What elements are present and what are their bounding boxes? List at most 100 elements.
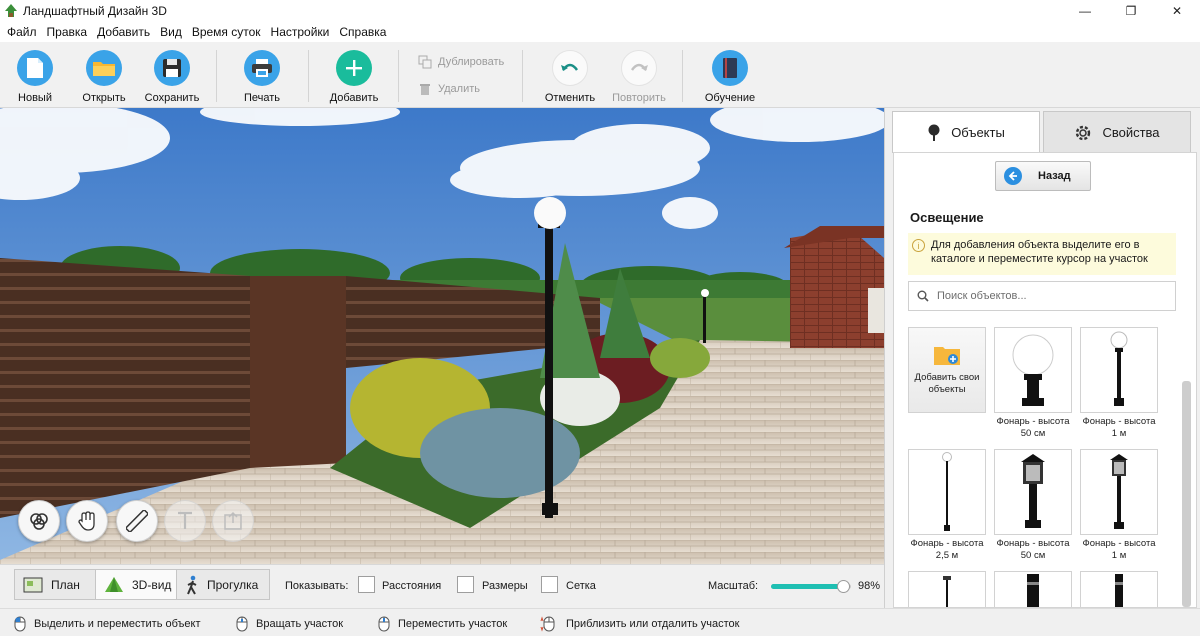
catalog-item[interactable]: Фонарь - высота 2,5 м [908,449,986,562]
catalog-item[interactable]: Фонарь - высота 50 см [994,327,1072,440]
catalog-scrollbar[interactable] [1181,333,1191,607]
undo-icon [552,50,588,86]
catalog-item[interactable]: Фонарь - высота 50 см [994,449,1072,562]
mouse-wheel-icon [540,616,555,632]
grid-label: Сетка [566,580,596,592]
redo-button[interactable]: Повторить [610,42,668,108]
menu-view[interactable]: Вид [155,25,187,39]
walking-person-icon [187,575,197,594]
search-placeholder: Поиск объектов... [937,290,1027,302]
objects-catalog-panel: Назад Освещение i Для добавления объекта… [893,152,1197,608]
tab-objects[interactable]: Объекты [892,111,1040,153]
column-lamp-icon [1027,574,1039,607]
pan-tool[interactable] [66,500,108,542]
menu-bar: Файл Правка Добавить Вид Время суток Нас… [0,22,1200,42]
zoom-label: Масштаб: [708,580,759,592]
zoom-slider-thumb[interactable] [837,580,850,593]
menu-settings[interactable]: Настройки [266,25,335,39]
catalog-item[interactable] [1080,571,1158,607]
3d-viewport[interactable] [0,108,884,564]
add-own-objects-item[interactable]: Добавить свои объекты [908,327,986,413]
minimize-button[interactable]: — [1062,0,1108,22]
add-button[interactable]: Добавить [328,42,380,108]
new-button[interactable]: Новый [14,42,56,108]
grid-checkbox[interactable] [541,576,558,593]
toolbar-divider [216,50,217,102]
window-title: Ландшафтный Дизайн 3D [23,4,167,18]
show-label: Показывать: [285,580,349,592]
folder-plus-icon [934,347,960,365]
menu-file[interactable]: Файл [2,25,42,39]
status-hint-zoom: Приблизить или отдалить участок [540,616,739,632]
plan-icon [23,577,43,592]
duplicate-button[interactable]: Дублировать [418,55,504,69]
arrow-left-icon [1004,167,1022,185]
garden-scene-image [0,108,884,564]
gear-icon [1076,125,1091,140]
hint-text: Для добавления объекта выделите его в ка… [931,239,1148,265]
floppy-icon [154,50,190,86]
zoom-slider[interactable] [771,580,851,593]
ruler-tool[interactable] [116,500,158,542]
plus-icon [336,50,372,86]
objects-icon [30,513,48,530]
duplicate-icon [418,55,432,69]
mouse-left-icon [14,616,26,632]
app-icon [5,4,17,17]
text-icon [178,511,192,529]
image-icon [224,511,242,530]
delete-button[interactable]: Удалить [418,82,480,96]
select-objects-tool[interactable] [18,500,60,542]
toolbar: Новый Открыть Сохранить Печать Добавить … [0,42,1200,108]
menu-edit[interactable]: Правка [42,25,93,39]
right-panel: Объекты Свойства Назад Освещение i Для д… [884,108,1200,608]
mouse-middle-icon [378,616,390,632]
scrollbar-thumb[interactable] [1182,381,1191,607]
open-button[interactable]: Открыть [80,42,128,108]
print-button[interactable]: Печать [242,42,282,108]
lantern-lamp-tall-icon [1110,454,1128,529]
zoom-slider-fill [771,584,843,589]
tab-properties[interactable]: Свойства [1043,111,1191,153]
tab-3d-view[interactable]: 3D-вид [95,569,177,600]
pole-lamp-icon [942,452,952,531]
dimensions-checkbox[interactable] [457,576,474,593]
hint-box: i Для добавления объекта выделите его в … [908,233,1176,275]
slim-column-lamp-icon [1115,574,1123,607]
catalog-item[interactable]: Фонарь - высота 1 м [1080,327,1158,440]
catalog-item[interactable] [994,571,1072,607]
catalog-item[interactable]: Фонарь - высота 1 м [1080,449,1158,562]
redo-icon [621,50,657,86]
catalog-item[interactable] [908,571,986,607]
status-hint-select: Выделить и переместить объект [14,616,201,632]
toolbar-divider [308,50,309,102]
distances-checkbox[interactable] [358,576,375,593]
menu-time-of-day[interactable]: Время суток [187,25,266,39]
save-button[interactable]: Сохранить [144,42,200,108]
tab-plan[interactable]: План [14,569,96,600]
close-button[interactable]: ✕ [1154,0,1200,22]
mouse-right-icon [236,616,248,632]
menu-help[interactable]: Справка [334,25,391,39]
3d-view-icon [105,576,123,592]
title-bar: Ландшафтный Дизайн 3D — ❐ ✕ [0,0,1200,22]
search-icon [917,290,929,302]
folder-icon [86,50,122,86]
undo-button[interactable]: Отменить [544,42,596,108]
maximize-button[interactable]: ❐ [1108,0,1154,22]
image-tool[interactable] [212,500,254,542]
toolbar-divider [522,50,523,102]
lantern-lamp-short-icon [1021,454,1045,528]
back-button[interactable]: Назад [995,161,1091,191]
text-tool[interactable] [164,500,206,542]
status-hint-rotate: Вращать участок [236,616,343,632]
info-icon: i [912,239,925,252]
menu-add[interactable]: Добавить [92,25,155,39]
globe-lamp-short-icon [1012,334,1054,406]
tab-walk[interactable]: Прогулка [176,569,270,600]
status-bar: Выделить и переместить объект Вращать уч… [0,608,1200,636]
trash-icon [420,84,430,95]
zoom-value: 98% [858,580,881,592]
search-input[interactable]: Поиск объектов... [908,281,1176,311]
tutorial-button[interactable]: Обучение [704,42,756,108]
